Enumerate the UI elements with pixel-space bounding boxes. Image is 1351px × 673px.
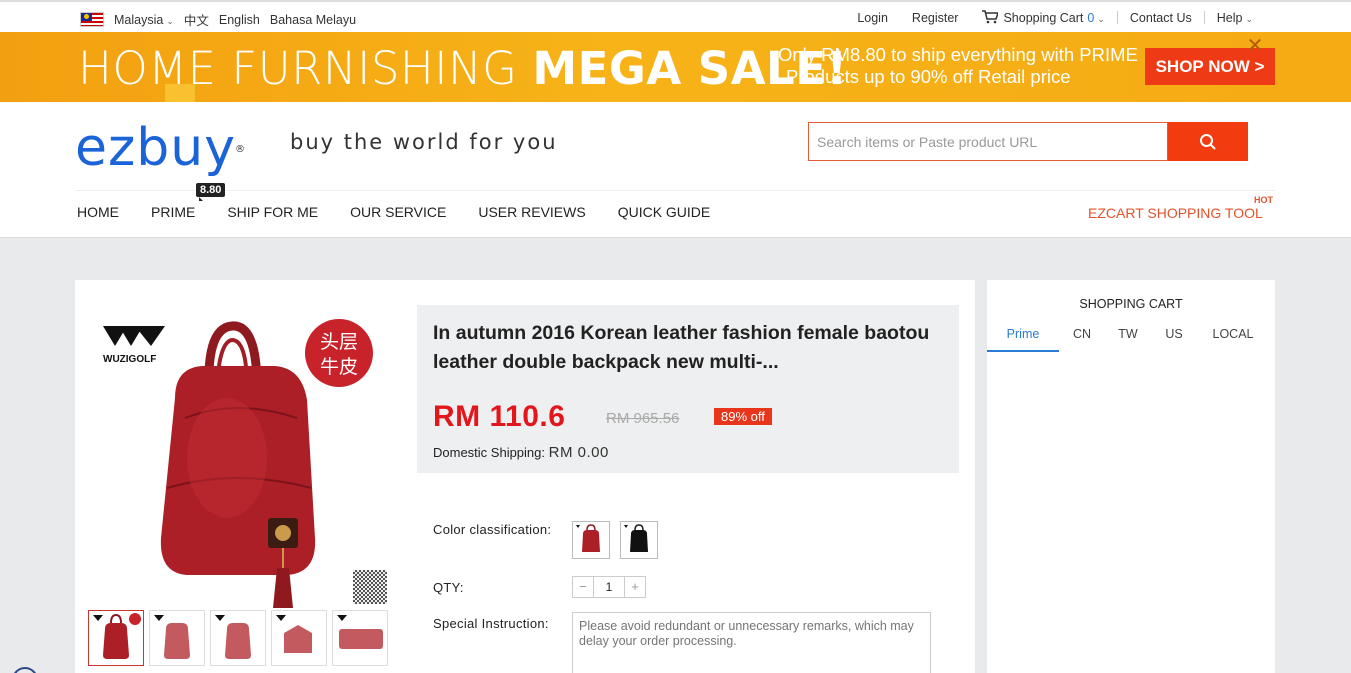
tab-local[interactable]: LOCAL (1197, 325, 1269, 352)
thumbnail-5[interactable] (332, 610, 388, 666)
chevron-down-icon: ⌄ (166, 15, 174, 26)
product-title: In autumn 2016 Korean leather fashion fe… (433, 322, 930, 373)
registered-mark: ® (235, 144, 247, 155)
tagline: buy the world for you (290, 130, 558, 154)
product-info-box: In autumn 2016 Korean leather fashion fe… (417, 305, 959, 473)
quantity-stepper: − 1 + (572, 576, 646, 598)
instruction-label: Special Instruction: (433, 616, 549, 631)
site-header: ezbuy® buy the world for you HOME PRIME8… (0, 102, 1351, 238)
malaysia-flag-icon (80, 12, 104, 27)
banner-sub-line2: Products up to 90% off Retail price (786, 66, 1071, 87)
contact-us-link[interactable]: Contact Us (1118, 11, 1204, 25)
divider (75, 190, 1275, 191)
shipping-value: RM 0.00 (548, 444, 609, 461)
cart-icon (982, 10, 999, 24)
shopping-cart-link[interactable]: Shopping Cart 0 ⌄ (970, 10, 1116, 25)
search-icon (1200, 133, 1216, 150)
cart-title: SHOPPING CART (1079, 297, 1183, 311)
qty-label: QTY: (433, 580, 464, 595)
qr-code-icon[interactable] (353, 570, 387, 604)
stamp-text-2: 牛皮 (320, 356, 358, 378)
thumbnail-2[interactable] (149, 610, 205, 666)
chat-icon[interactable] (12, 667, 38, 673)
wuzigolf-logo: WUZIGOLF (103, 326, 165, 365)
discount-badge: 89% off (714, 408, 772, 425)
nav-our-service[interactable]: OUR SERVICE (350, 204, 446, 220)
main-nav: HOME PRIME 8.80 SHIP FOR ME OUR SERVICE U… (77, 183, 742, 220)
product-panel: WUZIGOLF 头层 牛皮 In autumn 2016 Korean lea… (75, 280, 975, 673)
prime-price-badge: 8.80 (196, 183, 226, 201)
thumbnail-4[interactable] (271, 610, 327, 666)
hot-badge: HOT (1254, 195, 1273, 205)
search-input[interactable] (808, 122, 1168, 161)
color-swatch-red[interactable] (572, 521, 610, 559)
nav-quick-guide[interactable]: QUICK GUIDE (618, 204, 711, 220)
chevron-down-icon: ⌄ (1245, 13, 1253, 24)
nav-user-reviews[interactable]: USER REVIEWS (478, 204, 585, 220)
tab-tw[interactable]: TW (1105, 325, 1151, 352)
lang-malay[interactable]: Bahasa Melayu (270, 13, 356, 27)
ezcart-tool-link[interactable]: EZCART SHOPPING TOOL (1088, 205, 1263, 221)
tab-prime[interactable]: Prime (987, 325, 1059, 352)
backpack-image: WUZIGOLF 头层 牛皮 (103, 319, 373, 608)
search-button[interactable] (1168, 122, 1248, 161)
product-price: RM 110.6 (433, 400, 566, 433)
promo-banner[interactable]: HOME FURNISHING MEGA SALE! Only RM8.80 t… (0, 32, 1351, 102)
banner-subtext: Only RM8.80 to ship everything with PRIM… (778, 44, 1138, 88)
tab-cn[interactable]: CN (1059, 325, 1105, 352)
banner-sub-line1: Only RM8.80 to ship everything with PRIM… (778, 44, 1138, 65)
chevron-down-icon: ⌄ (1097, 14, 1105, 24)
domestic-shipping: Domestic Shipping: RM 0.00 (433, 444, 609, 461)
cart-tabs: Prime CN TW US LOCAL (987, 325, 1275, 352)
stamp-text-1: 头层 (320, 331, 358, 353)
lang-english[interactable]: English (219, 13, 260, 27)
thumbnail-1[interactable] (88, 610, 144, 666)
thumbnail-image (154, 615, 190, 659)
tab-us[interactable]: US (1151, 325, 1197, 352)
cart-label: Shopping Cart (1003, 11, 1084, 25)
help-label: Help (1216, 10, 1243, 25)
thumbnail-3[interactable] (210, 610, 266, 666)
logo-text: ezbuy (75, 118, 237, 178)
special-instruction-field[interactable] (572, 612, 931, 673)
ezbuy-logo[interactable]: ezbuy ® (75, 118, 245, 178)
brand-name: WUZIGOLF (103, 354, 156, 365)
close-icon[interactable]: ✕ (1245, 36, 1265, 56)
nav-prime[interactable]: PRIME 8.80 (151, 183, 226, 220)
locale-selector: Malaysia ⌄ 中文 English Bahasa Melayu (80, 10, 356, 29)
color-swatch-black[interactable] (620, 521, 658, 559)
shopping-cart-panel: SHOPPING CART Prime CN TW US LOCAL (987, 280, 1275, 673)
country-label: Malaysia (114, 12, 164, 27)
account-links: Login Register Shopping Cart 0 ⌄ Contact U… (845, 10, 1265, 25)
help-dropdown[interactable]: Help ⌄ (1205, 11, 1265, 25)
cart-count: 0 (1087, 11, 1095, 25)
country-dropdown[interactable]: Malaysia ⌄ (114, 13, 174, 27)
nav-ship-for-me[interactable]: SHIP FOR ME (227, 204, 318, 220)
nav-home[interactable]: HOME (77, 204, 119, 220)
top-utility-bar: Malaysia ⌄ 中文 English Bahasa Melayu Login… (0, 0, 1351, 32)
nav-prime-label: PRIME (151, 204, 196, 220)
qty-increment-button[interactable]: + (625, 577, 645, 597)
qty-input[interactable]: 1 (593, 577, 625, 597)
login-link[interactable]: Login (845, 11, 900, 25)
original-price: RM 965.56 (606, 410, 680, 427)
swatch-image (624, 524, 648, 552)
thumbnail-image (215, 615, 251, 659)
register-link[interactable]: Register (900, 11, 971, 25)
product-main-image[interactable]: WUZIGOLF 头层 牛皮 (97, 318, 392, 608)
shipping-label: Domestic Shipping: (433, 445, 545, 460)
thumbnail-image (93, 613, 141, 659)
swatch-image (576, 524, 600, 552)
headline-light: HOME FURNISHING (78, 42, 533, 95)
thumbnail-image (337, 615, 383, 649)
qty-decrement-button[interactable]: − (573, 577, 593, 597)
search-bar (808, 122, 1248, 161)
thumbnail-image (276, 615, 312, 653)
lang-chinese[interactable]: 中文 (184, 10, 209, 29)
color-label: Color classification: (433, 522, 552, 537)
banner-headline: HOME FURNISHING MEGA SALE! (78, 42, 847, 95)
thumbnail-strip (88, 610, 388, 666)
